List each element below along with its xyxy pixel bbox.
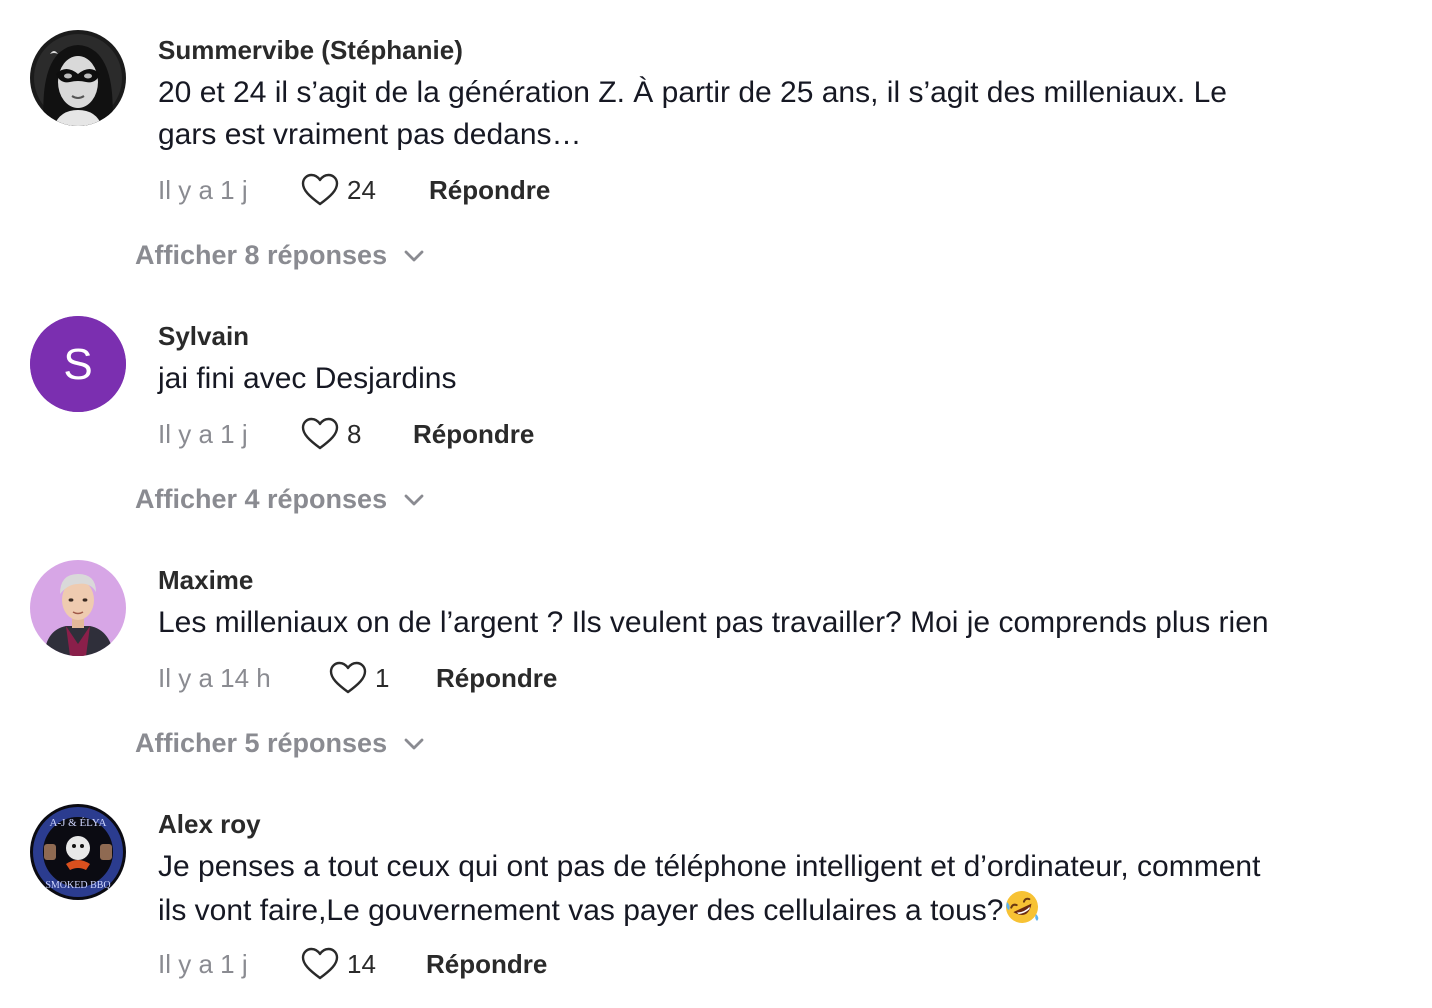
- comment-text-line: Les milleniaux on de l’argent ? Ils veul…: [158, 606, 1269, 639]
- comment-time: Il y a 1 j: [158, 418, 248, 449]
- comment-meta: Il y a 1 j 24 Répondre: [158, 170, 550, 210]
- cartoon-man-avatar-icon: [30, 560, 126, 656]
- avatar[interactable]: [30, 560, 126, 656]
- avatar[interactable]: S: [30, 316, 126, 412]
- heart-icon: [301, 417, 339, 450]
- comment-username[interactable]: Summervibe (Stéphanie): [158, 35, 463, 66]
- like-count: 24: [347, 174, 376, 205]
- comment-meta: Il y a 1 j 14 Répondre: [158, 944, 547, 984]
- comment-time: Il y a 14 h: [158, 662, 271, 693]
- comment-username[interactable]: Sylvain: [158, 321, 249, 352]
- comment-text-line: jai fini avec Desjardins: [158, 362, 457, 395]
- show-replies-button[interactable]: Afficher 5 réponses: [135, 728, 425, 759]
- show-replies-label: Afficher 5 réponses: [135, 728, 388, 758]
- masked-woman-avatar-icon: [30, 30, 126, 126]
- show-replies-label: Afficher 8 réponses: [135, 240, 388, 270]
- comment-time: Il y a 1 j: [158, 948, 248, 979]
- comment-meta: Il y a 1 j 8 Répondre: [158, 414, 534, 454]
- comment-text-line: 20 et 24 il s’agit de la génération Z. À…: [158, 76, 1227, 109]
- logo-text-bottom: SMOKED BBQ: [45, 880, 111, 891]
- like-button[interactable]: 1: [329, 661, 436, 695]
- comment-time: Il y a 1 j: [158, 174, 248, 205]
- avatar[interactable]: A-J & ÉLYA SMOKED BBQ: [30, 804, 126, 900]
- heart-icon: [301, 173, 339, 206]
- like-button[interactable]: 24: [301, 173, 429, 207]
- comment-text-line: ils vont faire,Le gouvernement vas payer…: [158, 894, 1004, 927]
- like-button[interactable]: 8: [301, 417, 413, 451]
- like-count: 8: [347, 418, 362, 449]
- bbq-logo-avatar-icon: A-J & ÉLYA SMOKED BBQ: [30, 804, 126, 900]
- comment-username[interactable]: Maxime: [158, 565, 253, 596]
- reply-button[interactable]: Répondre: [426, 949, 547, 980]
- logo-text-top: A-J & ÉLYA: [50, 817, 107, 829]
- comment-text-line: Je penses a tout ceux qui ont pas de tél…: [158, 850, 1261, 883]
- reply-button[interactable]: Répondre: [436, 663, 557, 694]
- comment-text: 20 et 24 il s’agit de la génération Z. À…: [158, 72, 1418, 156]
- comment-username[interactable]: Alex roy: [158, 809, 261, 840]
- like-count: 14: [347, 948, 376, 979]
- heart-icon: [301, 947, 339, 980]
- chevron-down-icon: [404, 494, 424, 505]
- comment-text: jai fini avec Desjardins: [158, 358, 1418, 400]
- chevron-down-icon: [404, 738, 424, 749]
- show-replies-label: Afficher 4 réponses: [135, 484, 388, 514]
- comment-text: Je penses a tout ceux qui ont pas de tél…: [158, 846, 1418, 932]
- reply-button[interactable]: Répondre: [413, 419, 534, 450]
- show-replies-button[interactable]: Afficher 4 réponses: [135, 484, 425, 515]
- avatar-letter: S: [63, 340, 92, 389]
- comment-text-line-wrap: ils vont faire,Le gouvernement vas payer…: [158, 888, 1418, 932]
- heart-icon: [329, 661, 367, 694]
- reply-button[interactable]: Répondre: [429, 175, 550, 206]
- letter-avatar-icon: S: [30, 316, 126, 412]
- like-count: 1: [375, 662, 390, 693]
- like-button[interactable]: 14: [301, 947, 426, 981]
- comment-meta: Il y a 14 h 1 Répondre: [158, 658, 557, 698]
- chevron-down-icon: [404, 250, 424, 261]
- avatar[interactable]: [30, 30, 126, 126]
- comment-text: Les milleniaux on de l’argent ? Ils veul…: [158, 602, 1418, 644]
- rolling-on-floor-laughing-emoji-icon: [1006, 891, 1039, 923]
- show-replies-button[interactable]: Afficher 8 réponses: [135, 240, 425, 271]
- comment-text-line: gars est vraiment pas dedans…: [158, 118, 582, 151]
